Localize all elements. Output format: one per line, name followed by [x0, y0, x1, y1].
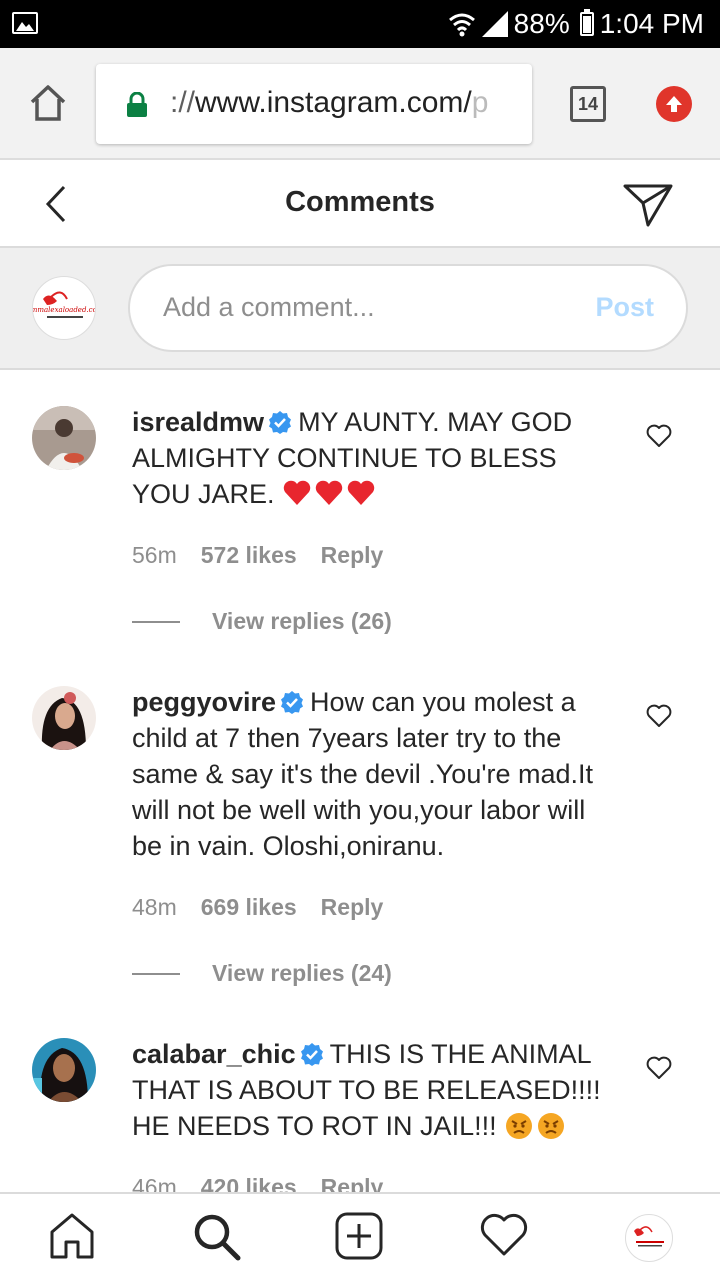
reply-button[interactable]: Reply	[321, 894, 384, 921]
comment-likes[interactable]: 669 likes	[201, 894, 297, 921]
comment-composer: emmalexaloaded.com Add a comment... Post	[0, 248, 720, 370]
comment-username[interactable]: calabar_chic	[132, 1039, 296, 1069]
profile-avatar[interactable]	[625, 1214, 673, 1262]
view-replies-label: View replies (26)	[212, 608, 392, 634]
comment-likes[interactable]: 572 likes	[201, 542, 297, 569]
view-replies-button[interactable]: View replies (24)	[132, 960, 392, 987]
comment-time: 48m	[132, 894, 177, 920]
red-hearts-emoji	[282, 479, 376, 509]
avatar-logo-text: emmalexaloaded.com	[33, 306, 96, 314]
new-post-icon[interactable]	[335, 1212, 383, 1260]
page-title: Comments	[285, 186, 435, 218]
comment-time: 46m	[132, 1174, 177, 1192]
avatar[interactable]	[32, 1038, 96, 1102]
tab-switcher-button[interactable]: 14	[570, 86, 606, 122]
comment-text: peggyovire How can you molest a child at …	[132, 684, 612, 864]
url-text: ://www.instagram.com/p	[170, 86, 489, 119]
home-icon[interactable]	[28, 84, 68, 127]
signal-icon	[481, 11, 508, 37]
comments-header: Comments	[0, 160, 720, 248]
browser-toolbar: ://www.instagram.com/p 14	[0, 48, 720, 160]
comment-username[interactable]: isrealdmw	[132, 407, 264, 437]
like-heart-icon[interactable]	[646, 704, 672, 728]
verified-badge-icon	[269, 411, 292, 434]
battery-icon	[579, 9, 594, 36]
lock-icon	[127, 92, 147, 117]
verified-badge-icon	[300, 1043, 323, 1066]
update-icon[interactable]	[656, 86, 692, 122]
reply-button[interactable]: Reply	[321, 1174, 384, 1192]
comment-text: calabar_chic THIS IS THE ANIMAL THAT IS A…	[132, 1036, 612, 1144]
clock: 1:04 PM	[599, 8, 704, 39]
comment-text: isrealdmw MY AUNTY. MAY GOD ALMIGHTY CONT…	[132, 404, 612, 512]
reply-button[interactable]: Reply	[321, 542, 384, 569]
battery-percent: 88%	[513, 8, 570, 39]
post-button[interactable]: Post	[595, 292, 654, 323]
replies-divider	[132, 972, 180, 975]
direct-share-icon[interactable]	[622, 182, 674, 228]
bottom-navigation	[0, 1192, 720, 1280]
comment-input[interactable]: Add a comment... Post	[128, 264, 688, 352]
comment-meta: 48m 669 likes Reply	[132, 894, 383, 921]
search-icon[interactable]	[192, 1212, 242, 1262]
like-heart-icon[interactable]	[646, 424, 672, 448]
comment-placeholder: Add a comment...	[163, 292, 375, 322]
comment-likes[interactable]: 420 likes	[201, 1174, 297, 1192]
activity-heart-icon[interactable]	[480, 1212, 528, 1258]
avatar[interactable]	[32, 686, 96, 750]
angry-face-emoji	[504, 1111, 566, 1141]
verified-badge-icon	[281, 691, 304, 714]
address-bar[interactable]: ://www.instagram.com/p	[96, 64, 532, 144]
like-heart-icon[interactable]	[646, 1056, 672, 1080]
comments-list: isrealdmw MY AUNTY. MAY GOD ALMIGHTY CONT…	[0, 370, 720, 1192]
comment-username[interactable]: peggyovire	[132, 687, 276, 717]
wifi-icon	[448, 13, 475, 37]
status-bar: 88% 1:04 PM	[0, 0, 720, 48]
comment-time: 56m	[132, 542, 177, 568]
home-icon[interactable]	[48, 1212, 96, 1260]
view-replies-label: View replies (24)	[212, 960, 392, 986]
avatar[interactable]	[32, 406, 96, 470]
view-replies-button[interactable]: View replies (26)	[132, 608, 392, 635]
avatar: emmalexaloaded.com	[32, 276, 96, 340]
comment-meta: 56m 572 likes Reply	[132, 542, 383, 569]
replies-divider	[132, 620, 180, 623]
comment-meta: 46m 420 likes Reply	[132, 1174, 383, 1192]
gallery-notification-icon	[12, 12, 38, 34]
